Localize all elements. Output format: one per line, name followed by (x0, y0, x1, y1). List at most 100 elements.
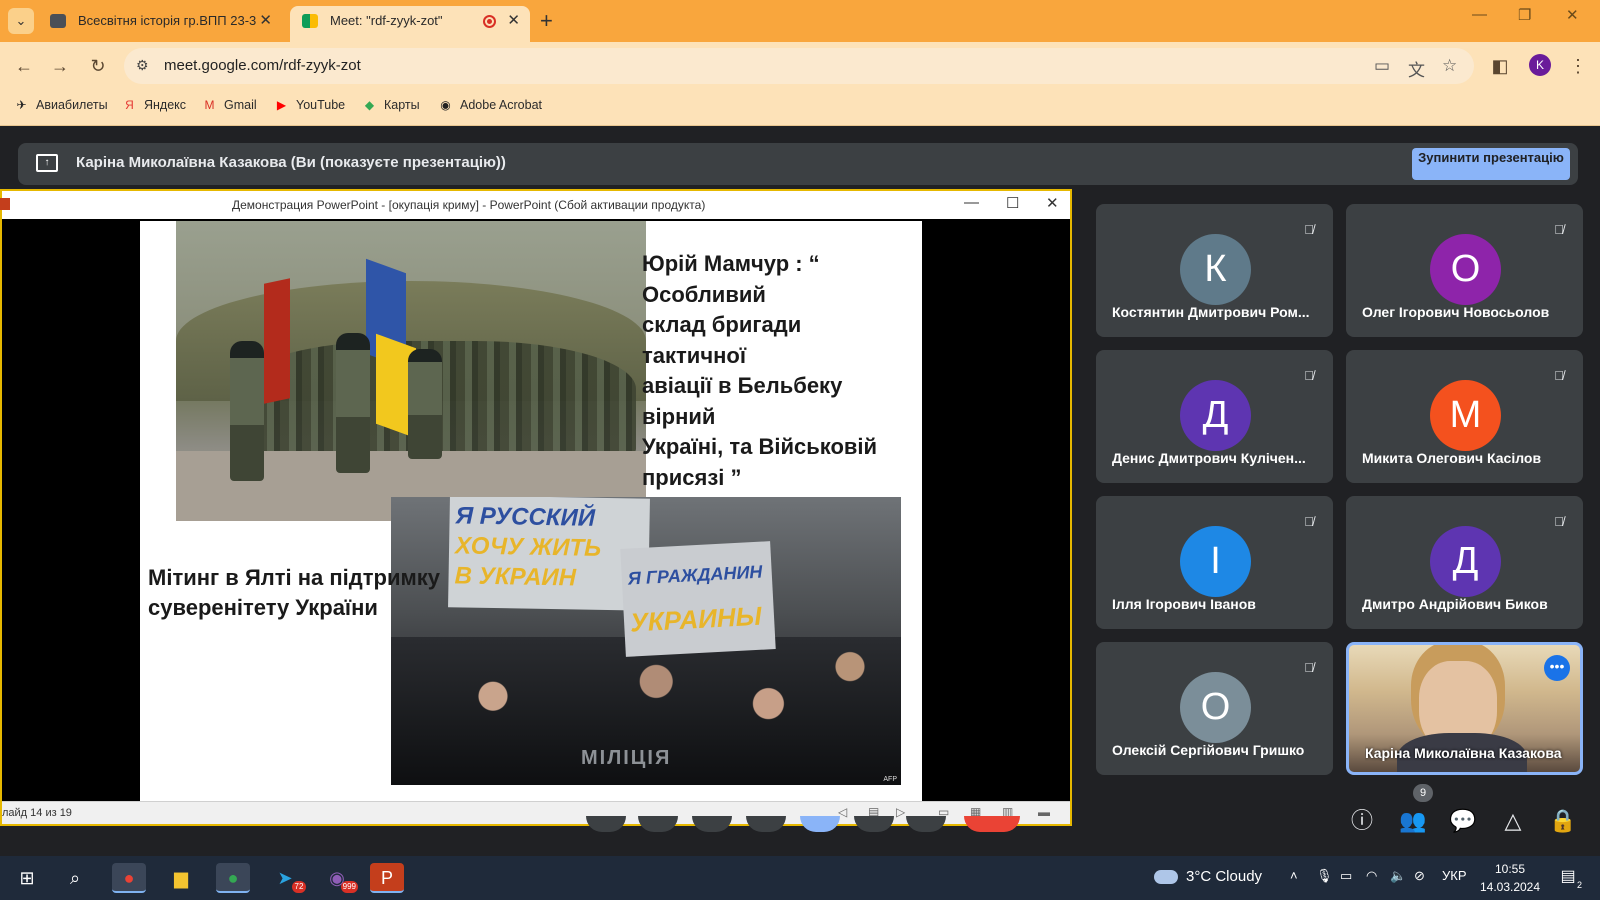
tab-meet[interactable]: Meet: "rdf-zyyk-zot" ✕ (290, 6, 530, 42)
file-explorer-icon[interactable]: ▆ (164, 863, 198, 893)
soldiers-march-photo (176, 221, 646, 521)
telegram-icon[interactable]: ➤ 72 (268, 863, 306, 893)
chrome-menu-icon[interactable]: ⋮ (1564, 52, 1592, 80)
weather-widget[interactable]: 3°C Cloudy (1154, 868, 1262, 885)
meeting-info-icon[interactable]: ⓘ (1347, 806, 1377, 836)
avatar: О (1430, 234, 1501, 305)
avatar: Д (1430, 526, 1501, 597)
maps-icon: ◆ (364, 98, 375, 112)
participant-tile[interactable]: І 🎙̸ Ілля Ігорович Іванов (1096, 496, 1333, 629)
participant-tile[interactable]: Д 🎙̸ Денис Дмитрович Кулічен... (1096, 350, 1333, 483)
avatar: К (1180, 234, 1251, 305)
search-icon[interactable]: ⌕ (58, 863, 92, 893)
powerpoint-window: Демонстрация PowerPoint - [окупація крим… (0, 189, 1072, 826)
cloud-icon (1154, 870, 1178, 885)
people-icon[interactable]: 👥 (1398, 806, 1428, 836)
new-tab-plus-icon[interactable]: + (540, 8, 553, 34)
meet-control-more[interactable] (906, 816, 946, 832)
microphone-tray-icon[interactable]: 🎙 (1316, 868, 1333, 884)
bookmark-karty[interactable]: ◆ Карты (362, 98, 420, 112)
activities-icon[interactable]: △ (1498, 806, 1528, 836)
wifi-icon[interactable]: ◠ (1366, 868, 1377, 884)
ppt-maximize-icon[interactable]: ☐ (1006, 194, 1019, 212)
bookmark-aviabilety[interactable]: ✈ Авиабилеты (14, 98, 107, 112)
bookmark-gmail[interactable]: M Gmail (202, 98, 257, 112)
site-settings-icon[interactable]: ⚙ (136, 57, 149, 74)
powerpoint-icon (0, 198, 10, 210)
ppt-minimize-icon[interactable]: — (964, 194, 979, 211)
url-text[interactable]: meet.google.com/rdf-zyyk-zot (164, 57, 361, 74)
bookmark-star-icon[interactable]: ☆ (1442, 56, 1457, 76)
tab-search-chevron-icon[interactable]: ⌄ (8, 8, 34, 34)
camera-icon[interactable]: ▭ (1374, 56, 1390, 76)
presenting-text: Каріна Миколаївна Казакова (Ви (показуєт… (76, 154, 506, 171)
profile-avatar[interactable]: K (1529, 54, 1551, 76)
tab-label: Meet: "rdf-zyyk-zot" (330, 13, 443, 28)
participant-tile[interactable]: О 🎙̸ Олексій Сергійович Гришко (1096, 642, 1333, 775)
meet-control-reactions[interactable] (746, 816, 786, 832)
minimize-window-icon[interactable]: — (1472, 6, 1487, 23)
close-tab-icon[interactable]: ✕ (259, 6, 272, 36)
youtube-icon: ▶ (276, 98, 287, 112)
chrome-profile-taskbar-icon[interactable]: ● (216, 863, 250, 893)
powerpoint-taskbar-icon[interactable]: P (370, 863, 404, 893)
chat-icon[interactable]: 💬 (1448, 806, 1478, 836)
reload-icon[interactable]: ↻ (84, 52, 112, 80)
plane-icon: ✈ (16, 98, 27, 112)
bookmark-adobe-acrobat[interactable]: ◉ Adobe Acrobat (438, 98, 542, 112)
slide: Юрій Мамчур : “ Особливий склад бригади … (140, 221, 922, 809)
translate-icon[interactable]: 文 (1408, 56, 1425, 81)
tab-vsesvitnia-istoriia[interactable]: Всесвітня історія гр.ВПП 23-3 ✕ (38, 6, 282, 42)
network-off-icon[interactable]: ⊘ (1414, 868, 1425, 884)
participant-tile[interactable]: Д 🎙̸ Дмитро Андрійович Биков (1346, 496, 1583, 629)
muted-mic-icon: 🎙̸ (1554, 514, 1564, 529)
more-options-icon[interactable]: ••• (1544, 655, 1570, 681)
self-video-tile[interactable]: ••• Каріна Миколаївна Казакова (1346, 642, 1583, 775)
chrome-taskbar-icon[interactable]: ● (112, 863, 146, 893)
muted-mic-icon: 🎙̸ (1554, 368, 1564, 383)
meet-control-mic[interactable] (586, 816, 626, 832)
language-indicator[interactable]: УКР (1442, 868, 1467, 883)
host-controls-lock-icon[interactable]: 🔒 (1548, 806, 1578, 836)
windows-start-icon[interactable]: ⊞ (10, 863, 44, 893)
battery-icon[interactable]: ▭ (1340, 868, 1352, 884)
participant-name: Костянтин Дмитрович Ром... (1112, 304, 1310, 320)
meet-control-captions[interactable] (692, 816, 732, 832)
muted-mic-icon: 🎙̸ (1304, 222, 1314, 237)
ppt-close-icon[interactable]: ✕ (1046, 194, 1059, 212)
participant-tile[interactable]: М 🎙̸ Микита Олегович Касілов (1346, 350, 1583, 483)
meet-control-camera[interactable] (638, 816, 678, 832)
notification-icon[interactable]: ▤ 2 (1556, 866, 1582, 890)
close-tab-icon[interactable]: ✕ (507, 6, 520, 36)
bookmarks-bar: ✈ Авиабилеты Я Яндекс M Gmail ▶ YouTube ◆ Кар… (0, 90, 1600, 126)
recording-icon (483, 15, 496, 28)
meet-control-present[interactable] (800, 816, 840, 832)
participant-tile[interactable]: О 🎙̸ Олег Ігорович Новосьолов (1346, 204, 1583, 337)
restore-window-icon[interactable]: ❐ (1518, 6, 1531, 24)
tray-chevron-icon[interactable]: ˄ (1290, 868, 1298, 883)
people-count-badge: 9 (1413, 784, 1433, 802)
stop-presenting-button[interactable]: Зупинити презентацію (1412, 148, 1570, 180)
back-arrow-icon[interactable]: ← (10, 52, 38, 80)
avatar: О (1180, 672, 1251, 743)
viber-icon[interactable]: ◉ 999 (320, 863, 358, 893)
close-window-icon[interactable]: ✕ (1566, 6, 1579, 24)
side-panel-icon[interactable]: ◧ (1486, 52, 1514, 80)
volume-icon[interactable]: 🔈 (1390, 868, 1406, 884)
meet-control-raise-hand[interactable] (854, 816, 894, 832)
participant-tile[interactable]: К 🎙̸ Костянтин Дмитрович Ром... (1096, 204, 1333, 337)
participant-name: Олег Ігорович Новосьолов (1362, 304, 1550, 320)
soldier-figure (336, 333, 370, 473)
meet-control-leave-call[interactable] (964, 816, 1020, 832)
forward-arrow-icon[interactable]: → (46, 52, 74, 80)
clock[interactable]: 10:55 14.03.2024 (1475, 860, 1545, 896)
bookmark-yandex[interactable]: Я Яндекс (122, 98, 186, 112)
browser-tab-strip: ⌄ Всесвітня історія гр.ВПП 23-3 ✕ Meet: … (0, 0, 1600, 42)
bookmark-youtube[interactable]: ▶ YouTube (274, 98, 345, 112)
participant-name: Олексій Сергійович Гришко (1112, 742, 1305, 758)
participant-name: Ілля Ігорович Іванов (1112, 596, 1256, 612)
slideshow-icon[interactable]: ▬ (1038, 805, 1050, 819)
next-slide-icon[interactable]: ▷ (896, 805, 905, 819)
address-bar[interactable]: ⚙ meet.google.com/rdf-zyyk-zot ▭ 文 ☆ (124, 48, 1474, 84)
soldier-figure (408, 349, 442, 459)
